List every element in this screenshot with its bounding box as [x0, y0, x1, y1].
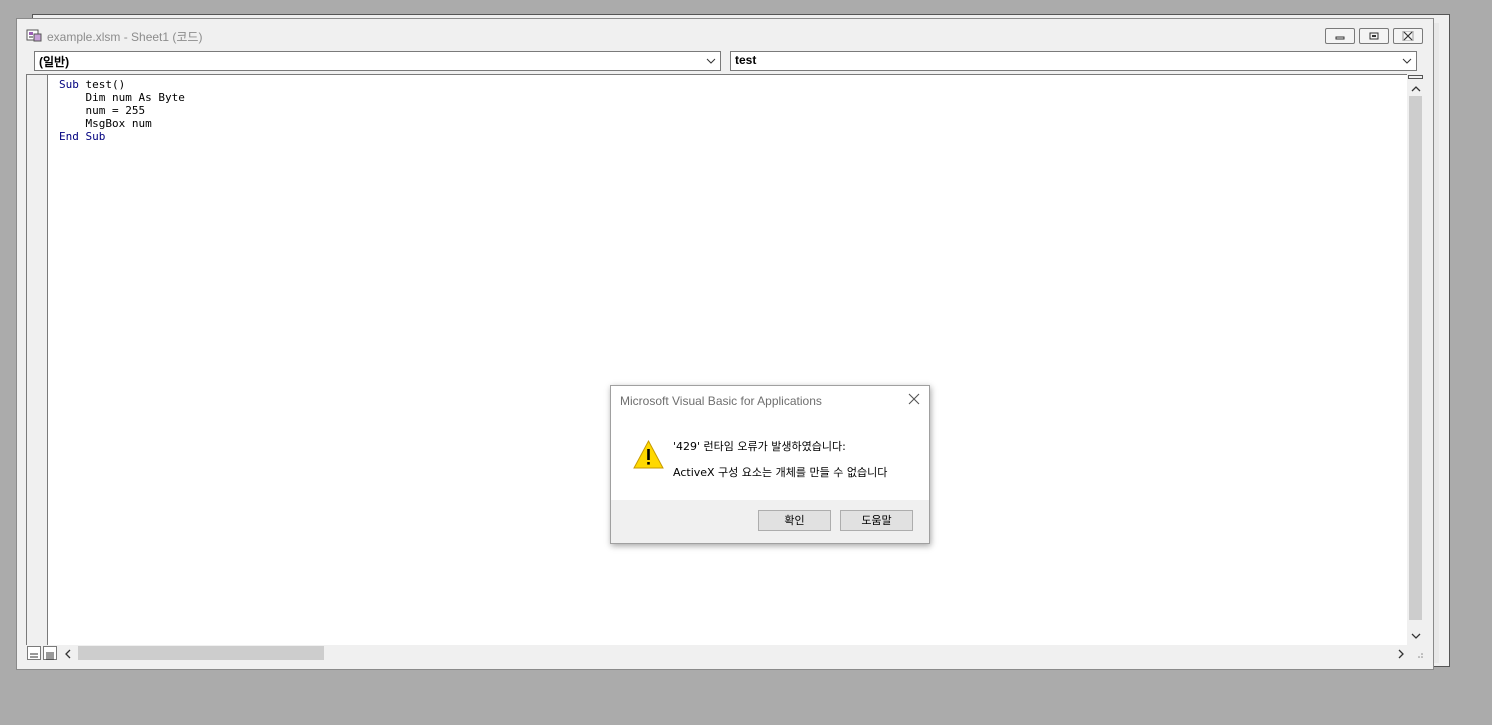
code-line: Dim num As Byte — [59, 91, 185, 104]
vertical-scroll-thumb[interactable] — [1409, 96, 1422, 620]
restore-button[interactable] — [1359, 28, 1389, 44]
chevron-down-icon — [1402, 58, 1412, 64]
code-window: example.xlsm - Sheet1 (코드) (일반) test Sub… — [16, 18, 1434, 670]
dialog-button-area: 확인 도움말 — [611, 500, 929, 543]
size-grip-icon[interactable] — [1414, 649, 1424, 659]
full-module-view-icon — [46, 652, 54, 660]
vertical-scrollbar[interactable] — [1407, 74, 1425, 645]
dialog-title: Microsoft Visual Basic for Applications — [620, 394, 822, 408]
horizontal-scroll-thumb[interactable] — [78, 646, 324, 660]
horizontal-scrollbar[interactable] — [26, 645, 1424, 663]
close-icon — [1402, 31, 1414, 41]
margin-indicator-bar[interactable] — [27, 75, 48, 645]
scroll-left-icon[interactable] — [64, 649, 72, 659]
warning-icon — [633, 439, 664, 469]
scroll-up-icon[interactable] — [1411, 85, 1421, 93]
keyword: End — [59, 130, 79, 143]
split-bar[interactable] — [1408, 75, 1423, 79]
procedure-combo[interactable]: test — [730, 51, 1417, 71]
code-editor[interactable]: Sub test() Dim num As Byte num = 255 Msg… — [26, 74, 1424, 645]
object-combo-value: (일반) — [39, 55, 70, 69]
code-line: End Sub — [59, 130, 105, 143]
title-bar[interactable]: example.xlsm - Sheet1 (코드) — [17, 19, 1433, 49]
minimize-button[interactable] — [1325, 28, 1355, 44]
full-module-view-button[interactable] — [43, 646, 57, 660]
minimize-icon — [1335, 36, 1345, 40]
error-code-message: '429' 런타임 오류가 발생하였습니다: — [673, 440, 846, 453]
code-line: num = 255 — [59, 104, 146, 117]
help-button[interactable]: 도움말 — [840, 510, 913, 531]
vba-module-icon — [26, 29, 42, 42]
window-title: example.xlsm - Sheet1 (코드) — [47, 30, 203, 44]
ok-button[interactable]: 확인 — [758, 510, 831, 531]
procedure-view-button[interactable] — [27, 646, 41, 660]
chevron-down-icon — [706, 58, 716, 64]
error-description: ActiveX 구성 요소는 개체를 만들 수 없습니다 — [673, 466, 888, 479]
procedure-view-icon — [30, 653, 38, 658]
close-icon[interactable] — [907, 392, 921, 406]
keyword: Sub — [85, 130, 106, 143]
scroll-down-icon[interactable] — [1411, 632, 1421, 640]
procedure-combo-value: test — [735, 53, 757, 67]
runtime-error-dialog: Microsoft Visual Basic for Applications … — [610, 385, 930, 544]
object-combo[interactable]: (일반) — [34, 51, 721, 71]
code-line: MsgBox num — [59, 117, 152, 130]
scroll-right-icon[interactable] — [1397, 649, 1405, 659]
close-button[interactable] — [1393, 28, 1423, 44]
keyword: Sub — [59, 78, 79, 91]
restore-icon — [1369, 32, 1379, 40]
code-text[interactable]: Sub test() Dim num As Byte num = 255 Msg… — [59, 78, 185, 143]
code-line: Sub test() — [59, 78, 125, 91]
code-segment: test() — [78, 78, 126, 91]
